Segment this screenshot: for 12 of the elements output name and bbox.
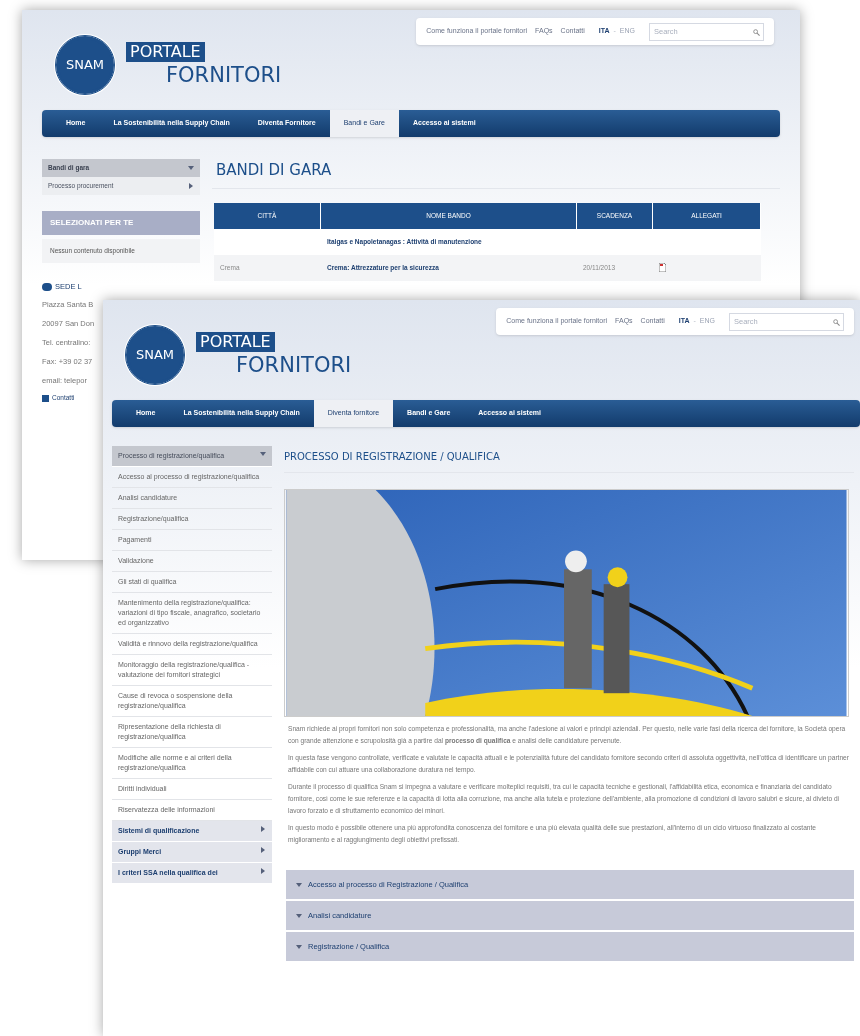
document-icon[interactable] — [659, 263, 666, 272]
logo-subtitle: FORNITORI — [166, 62, 282, 88]
logo-title: PORTALE — [126, 42, 205, 62]
search-icon — [753, 28, 760, 36]
page-title: BANDI DI GARA — [212, 159, 780, 189]
logo-subtitle: FORNITORI — [236, 352, 352, 378]
logo-badge: SNAM — [56, 36, 114, 94]
page-title: PROCESSO DI REGISTRAZIONE / QUALIFICA — [284, 446, 854, 473]
search-icon — [833, 318, 840, 326]
logo-badge: SNAM — [126, 326, 184, 384]
box-title: SELEZIONATI PER TE — [42, 211, 200, 235]
logo-title: PORTALE — [196, 332, 275, 352]
